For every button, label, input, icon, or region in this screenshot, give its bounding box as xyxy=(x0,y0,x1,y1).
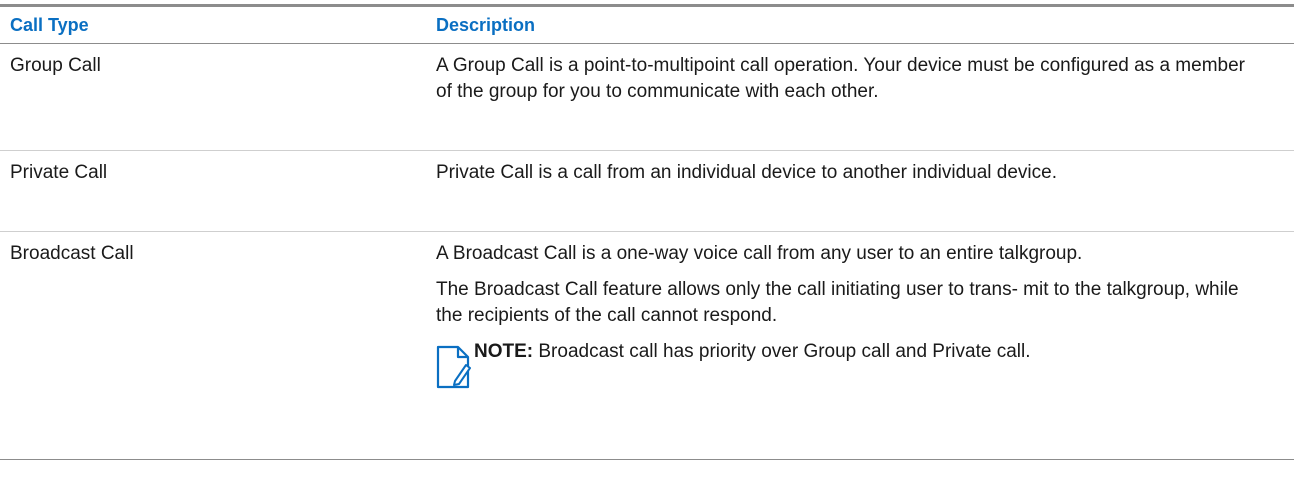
note-callout: NOTE: Broadcast call has priority over G… xyxy=(436,339,1254,391)
row-description-cell: A Group Call is a point-to-multipoint ca… xyxy=(436,44,1294,150)
header-cell-description: Description xyxy=(436,15,1294,36)
call-description-detail: The Broadcast Call feature allows only t… xyxy=(436,279,1239,326)
row-call-type-cell: Broadcast Call xyxy=(0,232,436,459)
call-description: Private Call is a call from an individua… xyxy=(436,162,1057,183)
call-type-label: Private Call xyxy=(10,162,108,183)
call-type-label: Broadcast Call xyxy=(10,243,134,264)
row-description-cell: Private Call is a call from an individua… xyxy=(436,151,1294,231)
note-text: Broadcast call has priority over Group c… xyxy=(533,341,1031,362)
call-type-table: Call Type Description Group Call A Group… xyxy=(0,4,1294,460)
table-row: Group Call A Group Call is a point-to-mu… xyxy=(0,44,1294,151)
note-label: NOTE: xyxy=(474,341,534,362)
note-icon xyxy=(436,345,471,389)
table-header-row: Call Type Description xyxy=(0,4,1294,44)
row-call-type-cell: Group Call xyxy=(0,44,436,150)
table-row: Private Call Private Call is a call from… xyxy=(0,151,1294,232)
row-call-type-cell: Private Call xyxy=(0,151,436,231)
call-description: A Group Call is a point-to-multipoint ca… xyxy=(436,55,1245,102)
table-row: Broadcast Call A Broadcast Call is a one… xyxy=(0,232,1294,460)
row-description-cell: A Broadcast Call is a one-way voice call… xyxy=(436,232,1294,459)
header-cell-call-type: Call Type xyxy=(0,15,436,36)
call-type-label: Group Call xyxy=(10,55,101,76)
header-description: Description xyxy=(436,14,536,35)
note-body: NOTE: Broadcast call has priority over G… xyxy=(474,339,1031,365)
call-description: A Broadcast Call is a one-way voice call… xyxy=(436,243,1083,264)
header-call-type: Call Type xyxy=(10,14,89,35)
